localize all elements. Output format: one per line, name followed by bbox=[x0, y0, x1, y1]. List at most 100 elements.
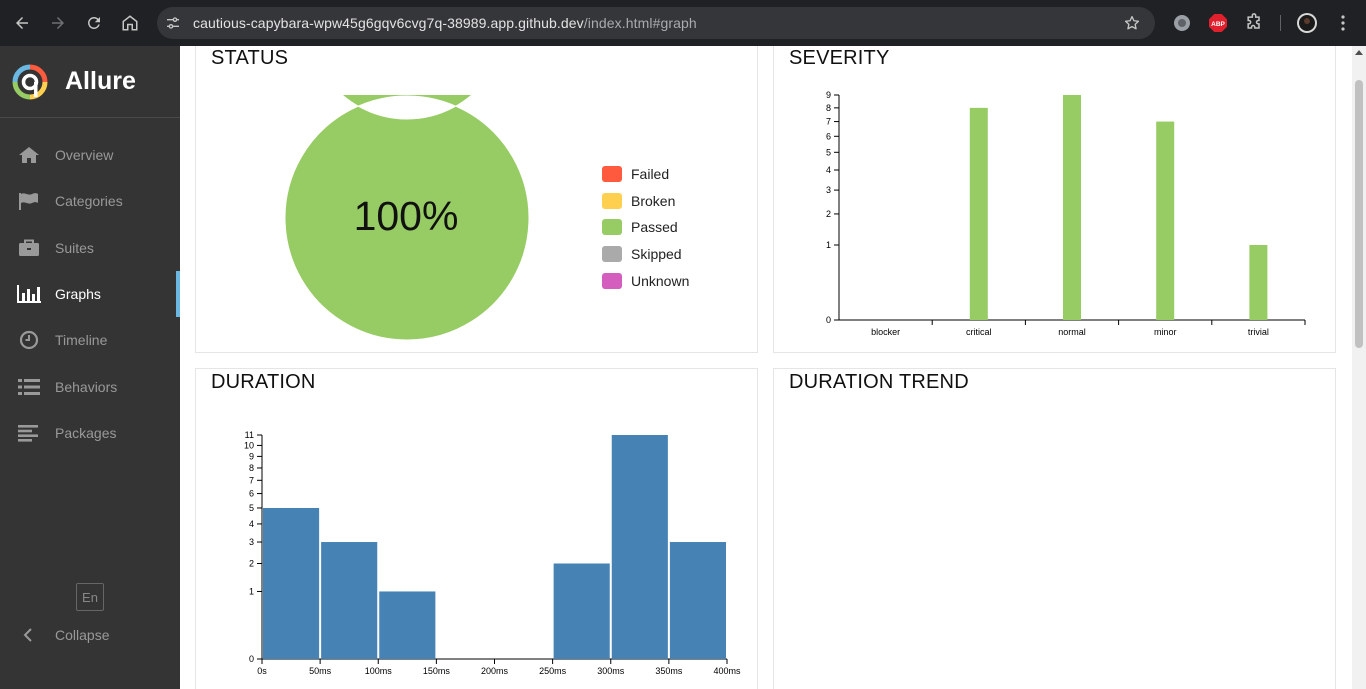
severity-y-tick: 3 bbox=[826, 185, 839, 195]
extensions-puzzle-icon[interactable] bbox=[1243, 12, 1265, 34]
duration-y-tick: 6 bbox=[249, 489, 262, 499]
legend-item-skipped[interactable]: Skipped bbox=[602, 241, 689, 268]
sidebar-item-packages[interactable]: Packages bbox=[0, 410, 180, 456]
bookmark-star-icon[interactable] bbox=[1123, 14, 1141, 32]
svg-text:100ms: 100ms bbox=[365, 666, 393, 676]
duration-x-tick: 300ms bbox=[597, 659, 625, 676]
sidebar-item-behaviors[interactable]: Behaviors bbox=[0, 363, 180, 409]
legend-item-unknown[interactable]: Unknown bbox=[602, 267, 689, 294]
svg-text:1: 1 bbox=[249, 586, 254, 596]
status-widget: STATUS 100% Failed Broken Passed Skipped Unk… bbox=[195, 46, 758, 353]
duration-y-tick: 2 bbox=[249, 558, 262, 568]
duration-trend-title: DURATION TREND bbox=[789, 371, 969, 393]
align-left-icon bbox=[17, 423, 41, 443]
url-host: cautious-capybara-wpw45g6gqv6cvg7q-38989… bbox=[193, 15, 584, 31]
graphs-content: STATUS 100% Failed Broken Passed Skipped Unk… bbox=[180, 46, 1352, 689]
severity-x-tick: trivial bbox=[1248, 320, 1306, 337]
arrow-right-icon bbox=[52, 17, 64, 29]
duration-x-tick: 350ms bbox=[655, 659, 683, 676]
svg-text:400ms: 400ms bbox=[713, 666, 741, 676]
severity-bar-chart: 0 1 2 3 4 5 6 7 8 9 blocker critical normal minor triv… bbox=[826, 90, 1306, 337]
legend-label: Broken bbox=[631, 192, 676, 209]
duration-x-tick: 250ms bbox=[539, 659, 567, 676]
duration-title: DURATION bbox=[211, 371, 316, 393]
sidebar-item-timeline[interactable]: Timeline bbox=[0, 317, 180, 363]
sidebar-item-suites[interactable]: Suites bbox=[0, 225, 180, 271]
scroll-thumb[interactable] bbox=[1355, 80, 1363, 348]
svg-text:7: 7 bbox=[249, 475, 254, 485]
duration-bar[interactable] bbox=[321, 542, 378, 659]
profile-avatar[interactable] bbox=[1296, 12, 1318, 34]
scroll-up-arrow[interactable] bbox=[1355, 50, 1363, 55]
duration-x-tick: 0s bbox=[257, 659, 267, 676]
svg-text:5: 5 bbox=[826, 147, 831, 157]
legend-item-passed[interactable]: Passed bbox=[602, 214, 689, 241]
allure-logo-icon bbox=[12, 64, 48, 99]
status-legend: Failed Broken Passed Skipped Unknown bbox=[602, 161, 689, 294]
sidebar-item-label: Timeline bbox=[55, 332, 108, 349]
severity-bar-normal[interactable] bbox=[1063, 95, 1081, 320]
duration-y-tick: 8 bbox=[249, 463, 262, 473]
severity-bar-minor[interactable] bbox=[1156, 121, 1175, 320]
legend-swatch bbox=[602, 272, 622, 289]
legend-item-failed[interactable]: Failed bbox=[602, 161, 689, 188]
svg-text:9: 9 bbox=[249, 451, 254, 461]
svg-text:4: 4 bbox=[249, 519, 254, 529]
duration-bar[interactable] bbox=[669, 542, 726, 659]
severity-bar-critical[interactable] bbox=[969, 107, 988, 320]
collapse-button[interactable]: Collapse bbox=[0, 621, 109, 649]
briefcase-icon bbox=[17, 238, 41, 258]
home-icon bbox=[17, 145, 41, 165]
address-bar[interactable]: cautious-capybara-wpw45g6gqv6cvg7q-38989… bbox=[157, 7, 1155, 39]
legend-label: Skipped bbox=[631, 246, 682, 263]
sidebar-item-label: Overview bbox=[55, 147, 114, 164]
duration-bar[interactable] bbox=[379, 591, 436, 659]
svg-text:2: 2 bbox=[826, 209, 831, 219]
language-button[interactable]: En bbox=[76, 583, 104, 611]
bar-chart-icon bbox=[17, 284, 41, 304]
sidebar-item-overview[interactable]: Overview bbox=[0, 132, 180, 178]
sidebar-item-graphs[interactable]: Graphs bbox=[0, 270, 180, 318]
svg-text:11: 11 bbox=[245, 430, 254, 440]
sidebar-item-label: Suites bbox=[55, 239, 94, 256]
legend-swatch bbox=[602, 219, 622, 236]
svg-text:350ms: 350ms bbox=[655, 666, 683, 676]
forward-button[interactable] bbox=[40, 5, 76, 41]
severity-bar-trivial[interactable] bbox=[1249, 245, 1268, 320]
reload-button[interactable] bbox=[76, 5, 112, 41]
legend-item-broken[interactable]: Broken bbox=[602, 188, 689, 215]
svg-text:7: 7 bbox=[826, 117, 831, 127]
svg-text:10: 10 bbox=[244, 440, 254, 450]
duration-bar[interactable] bbox=[553, 563, 610, 659]
svg-text:1: 1 bbox=[826, 240, 831, 250]
svg-text:trivial: trivial bbox=[1248, 327, 1269, 337]
sidebar-item-label: Packages bbox=[55, 424, 117, 441]
legend-label: Failed bbox=[631, 166, 670, 183]
svg-text:2: 2 bbox=[249, 558, 254, 568]
duration-bar[interactable] bbox=[611, 435, 668, 659]
duration-bar[interactable] bbox=[263, 507, 320, 659]
svg-text:blocker: blocker bbox=[871, 327, 900, 337]
duration-y-tick: 5 bbox=[249, 503, 262, 513]
legend-swatch bbox=[602, 192, 622, 209]
page-scrollbar[interactable] bbox=[1352, 46, 1366, 689]
status-title: STATUS bbox=[211, 47, 289, 69]
back-button[interactable] bbox=[4, 5, 40, 41]
site-info-icon[interactable] bbox=[165, 15, 181, 31]
brand[interactable]: Allure bbox=[0, 46, 180, 118]
extension-record-icon[interactable] bbox=[1171, 12, 1193, 34]
browser-menu-icon[interactable] bbox=[1332, 12, 1354, 34]
adblock-plus-icon[interactable]: ABP bbox=[1207, 12, 1229, 34]
arrow-left-icon bbox=[16, 17, 28, 29]
home-button[interactable] bbox=[112, 5, 148, 41]
severity-y-tick: 7 bbox=[826, 117, 839, 127]
svg-text:250ms: 250ms bbox=[539, 666, 567, 676]
severity-x-tick: blocker bbox=[871, 320, 933, 337]
duration-y-tick: 4 bbox=[249, 519, 262, 529]
duration-trend-widget: DURATION TREND bbox=[773, 368, 1336, 689]
severity-y-tick: 8 bbox=[826, 103, 839, 113]
severity-x-tick: critical bbox=[966, 320, 1026, 337]
svg-text:9: 9 bbox=[826, 90, 831, 100]
sidebar-item-categories[interactable]: Categories bbox=[0, 178, 180, 224]
legend-swatch bbox=[602, 246, 622, 263]
